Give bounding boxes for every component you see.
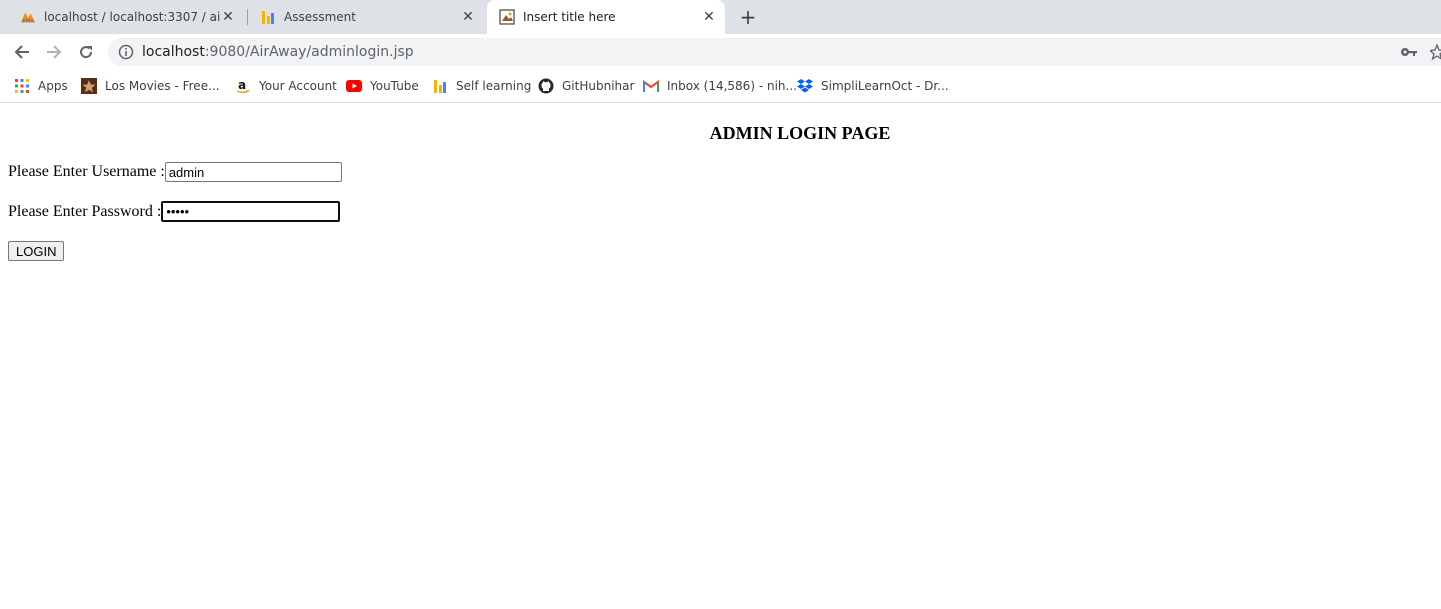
tab-strip: PMA localhost / localhost:3307 / airaway… — [0, 0, 1441, 34]
bookmark-label: Self learning — [456, 79, 532, 93]
password-input[interactable] — [161, 201, 341, 222]
close-icon[interactable]: ✕ — [220, 9, 236, 25]
bookmark-simplilearn[interactable]: SimpliLearnOct - Dr... — [797, 76, 949, 96]
bookmark-label: GitHubnihar — [562, 79, 635, 93]
reload-icon — [80, 46, 93, 59]
page-content: ADMIN LOGIN PAGE Please Enter Username :… — [0, 103, 1441, 609]
forward-arrow-icon — [47, 45, 62, 59]
tab-title: localhost / localhost:3307 / airaway — [44, 10, 220, 24]
star-icon[interactable] — [1430, 44, 1441, 60]
bookmark-label: YouTube — [370, 79, 419, 93]
bookmark-self-learning[interactable]: Self learning — [432, 76, 531, 96]
github-icon — [538, 78, 554, 94]
url-text[interactable]: localhost:9080/AirAway/adminlogin.jsp — [142, 44, 414, 60]
movie-icon — [81, 78, 97, 94]
password-row: Please Enter Password : — [8, 201, 341, 222]
bookmark-github[interactable]: GitHubnihar — [538, 76, 634, 96]
dropbox-icon — [797, 78, 813, 94]
gmail-icon — [643, 78, 659, 94]
key-icon[interactable] — [1400, 44, 1418, 60]
bookmark-label: SimpliLearnOct - Dr... — [821, 79, 949, 93]
login-button[interactable]: LOGIN — [8, 241, 65, 261]
bookmark-youtube[interactable]: YouTube — [346, 76, 419, 96]
tab-title: Insert title here — [523, 10, 616, 24]
url-host: localhost — [142, 44, 205, 60]
bookmark-label: Your Account — [259, 79, 337, 93]
back-arrow-icon — [14, 45, 29, 59]
tab-assessment[interactable]: Assessment ✕ — [248, 0, 484, 34]
address-bar[interactable]: localhost:9080/AirAway/adminlogin.jsp — [108, 38, 1441, 66]
bookmark-your-account[interactable]: a Your Account — [235, 76, 337, 96]
svg-text:PMA: PMA — [23, 18, 35, 24]
new-tab-icon[interactable]: + — [736, 5, 760, 29]
phpmyadmin-icon: PMA — [20, 9, 36, 25]
bookmark-label: Apps — [38, 79, 68, 93]
bookmark-apps[interactable]: Apps — [14, 76, 68, 96]
reload-button[interactable] — [74, 40, 98, 64]
close-icon[interactable]: ✕ — [701, 9, 717, 25]
bar-chart-icon — [432, 78, 448, 94]
tab-phpmyadmin[interactable]: PMA localhost / localhost:3307 / airaway… — [8, 0, 244, 34]
page-icon — [499, 9, 515, 25]
apps-grid-icon — [14, 78, 30, 94]
svg-text:a: a — [238, 78, 246, 92]
close-icon[interactable]: ✕ — [460, 9, 476, 25]
username-label: Please Enter Username : — [8, 163, 165, 180]
back-button[interactable] — [10, 40, 34, 64]
youtube-icon — [346, 78, 362, 94]
amazon-icon: a — [235, 78, 251, 94]
page-title: ADMIN LOGIN PAGE — [709, 123, 891, 143]
username-input[interactable] — [164, 162, 342, 182]
bookmark-los-movies[interactable]: Los Movies - Free... — [81, 76, 220, 96]
bar-chart-icon — [260, 9, 276, 25]
forward-button[interactable] — [42, 40, 66, 64]
bookmark-label: Inbox (14,586) - nih... — [667, 79, 797, 93]
tab-insert-title[interactable]: Insert title here ✕ — [487, 0, 725, 34]
username-row: Please Enter Username : — [8, 162, 342, 182]
browser-toolbar: localhost:9080/AirAway/adminlogin.jsp — [0, 34, 1441, 70]
tab-title: Assessment — [284, 10, 356, 24]
bookmark-label: Los Movies - Free... — [105, 79, 220, 93]
password-label: Please Enter Password : — [8, 202, 162, 220]
bookmark-inbox[interactable]: Inbox (14,586) - nih... — [643, 76, 797, 96]
url-path: :9080/AirAway/adminlogin.jsp — [204, 44, 414, 60]
info-icon[interactable] — [118, 44, 134, 60]
bookmarks-bar: Apps Los Movies - Free... a Your Account… — [0, 70, 1441, 103]
